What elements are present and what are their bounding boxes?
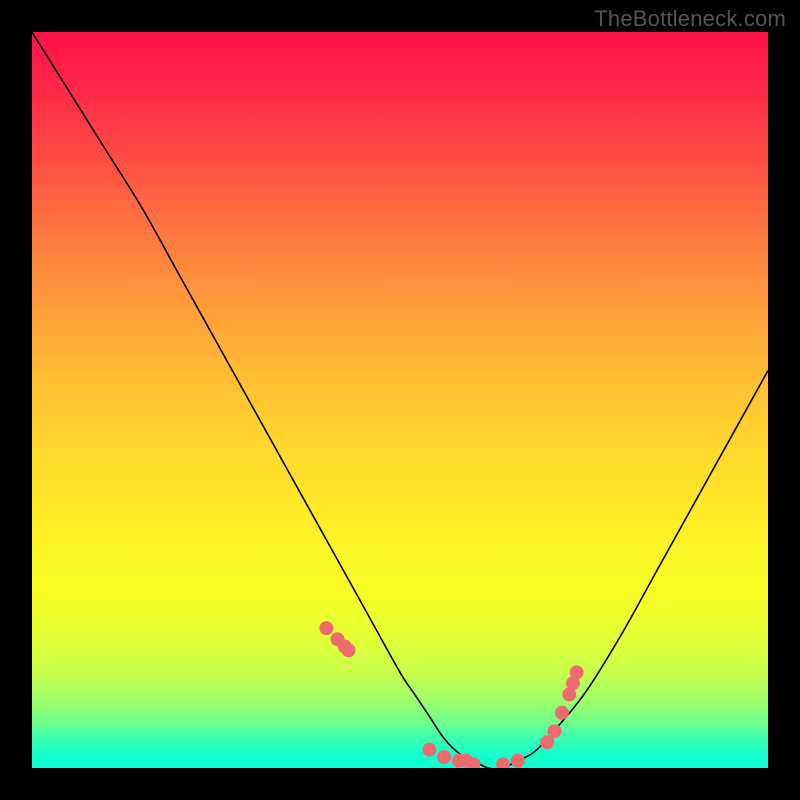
highlight-marker — [548, 724, 562, 738]
highlight-marker — [341, 643, 355, 657]
chart-svg — [32, 32, 768, 768]
highlight-marker — [570, 665, 584, 679]
chart-plot-area — [32, 32, 768, 768]
highlight-marker — [511, 754, 525, 768]
bottleneck-curve — [32, 32, 768, 768]
watermark-text: TheBottleneck.com — [594, 6, 786, 32]
highlight-marker — [437, 750, 451, 764]
highlight-marker — [496, 757, 510, 768]
highlight-marker — [555, 706, 569, 720]
highlight-marker — [422, 743, 436, 757]
highlight-marker — [319, 621, 333, 635]
